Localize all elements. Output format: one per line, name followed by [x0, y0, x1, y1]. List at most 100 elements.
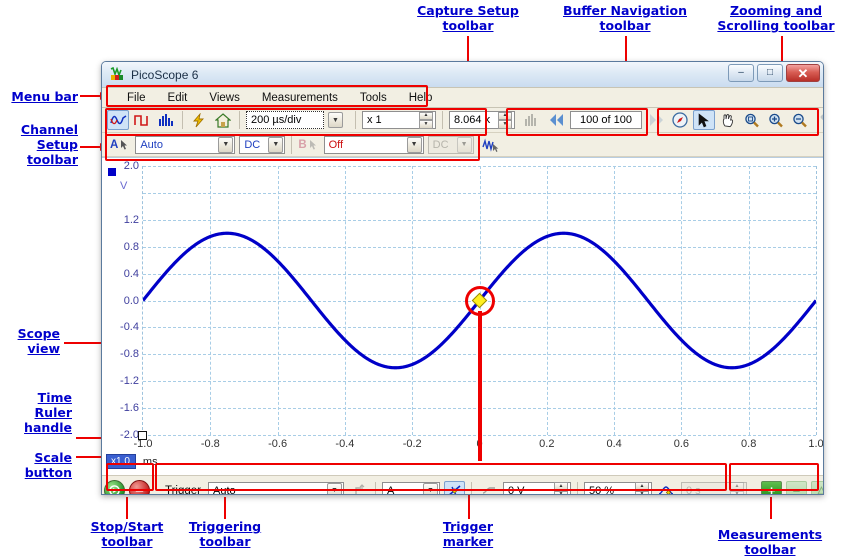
channel-a-label[interactable]: A: [106, 139, 120, 151]
buffer-first-button[interactable]: [545, 110, 567, 130]
spin-up-icon[interactable]: ▲: [635, 482, 649, 491]
menu-bar: File Edit Views Measurements Tools Help: [102, 87, 823, 108]
delete-measurement-button[interactable]: –: [786, 481, 807, 494]
channel-b-label[interactable]: B: [296, 139, 308, 151]
edit-measurement-button[interactable]: △: [811, 481, 823, 494]
signal-generator-button[interactable]: [188, 110, 210, 130]
persistence-mode-button[interactable]: [131, 110, 153, 130]
zooming-scrolling-toolbar: 100: [692, 108, 823, 132]
timebase-combo[interactable]: 200 µs/div: [246, 111, 324, 129]
minimize-icon: –: [738, 67, 744, 78]
channel-a-range-combo[interactable]: Auto ▼: [135, 135, 236, 154]
hand-pan-button[interactable]: [717, 110, 739, 130]
trigger-edge-button[interactable]: [348, 481, 369, 494]
buffer-navigation-toolbar: 100 of 100: [544, 108, 692, 132]
chevron-down-icon[interactable]: ▼: [406, 136, 422, 153]
plot-canvas[interactable]: 2.0 1.2 0.8 0.4 0.0 -0.4 -0.8 -1.2 -1.6 …: [120, 160, 823, 461]
chevron-down-icon[interactable]: ▼: [327, 482, 342, 494]
menu-item-file[interactable]: File: [116, 92, 157, 104]
pre-trigger-spinner[interactable]: ▲ ▼: [635, 482, 649, 494]
undo-arrow-icon: [820, 113, 823, 120]
menu-item-measurements[interactable]: Measurements: [251, 92, 349, 104]
channel-b-cursor-icon: [309, 139, 316, 149]
multiplier-spinner[interactable]: ▲ ▼: [419, 111, 433, 129]
trigger-delay-button[interactable]: [656, 481, 677, 494]
scale-button[interactable]: x1.0 ms: [106, 454, 158, 469]
chevron-down-icon[interactable]: ▼: [423, 482, 438, 494]
close-button[interactable]: ✕: [786, 64, 820, 82]
y-tick-label: 0.0: [123, 294, 139, 307]
spin-down-icon[interactable]: ▼: [554, 490, 568, 494]
maximize-button[interactable]: □: [757, 64, 783, 82]
zoom-out-button[interactable]: [789, 110, 811, 130]
pre-trigger-field[interactable]: 50 % ▲ ▼: [584, 481, 652, 494]
measurements-toolbar: + – △: [759, 476, 823, 494]
minimize-button[interactable]: –: [728, 64, 754, 82]
trigger-slope-button[interactable]: [478, 481, 499, 495]
picoscope-window: PicoScope 6 – □ ✕ File Edit Views Measur…: [101, 61, 824, 495]
multiplier-field[interactable]: x 1 ▲ ▼: [362, 111, 436, 129]
channel-b-coupling-combo[interactable]: DC ▼: [427, 135, 474, 154]
selection-pointer-button[interactable]: [693, 110, 715, 130]
spin-up-icon[interactable]: ▲: [498, 111, 512, 120]
cursor-arrow-icon: [698, 112, 709, 127]
scope-view[interactable]: V 2.0 1.2 0.8 0.4 0.0 -0.4 -0.8 -1.2 -1.…: [102, 157, 823, 475]
trigger-source-combo[interactable]: A ▼: [382, 481, 440, 494]
plot-area[interactable]: 2.0 1.2 0.8 0.4 0.0 -0.4 -0.8 -1.2 -1.6 …: [120, 160, 823, 461]
buffer-next-button[interactable]: [645, 110, 667, 130]
stop-button[interactable]: [129, 480, 150, 494]
zoom-window-button[interactable]: [741, 110, 763, 130]
zoom-in-button[interactable]: [765, 110, 787, 130]
menu-item-help[interactable]: Help: [398, 92, 444, 104]
spin-down-icon[interactable]: ▼: [419, 120, 433, 129]
trigger-delay-field[interactable]: 0 s ▲ ▼: [681, 481, 747, 494]
timebase-value: 200 µs/div: [251, 114, 302, 126]
time-ruler-handle[interactable]: [138, 431, 147, 440]
spin-down-icon[interactable]: ▼: [635, 490, 649, 494]
add-measurement-button[interactable]: +: [761, 481, 782, 494]
spin-up-icon[interactable]: ▲: [730, 482, 744, 491]
chevron-down-icon[interactable]: ▼: [328, 112, 343, 128]
samples-spinner[interactable]: ▲ ▼: [498, 111, 512, 129]
trigger-mode-combo[interactable]: Auto ▼: [208, 481, 344, 494]
buffer-position-field[interactable]: 100 of 100: [570, 111, 642, 129]
title-bar: PicoScope 6 – □ ✕: [102, 62, 823, 87]
spin-down-icon[interactable]: ▼: [730, 490, 744, 494]
spin-up-icon[interactable]: ▲: [554, 482, 568, 491]
channel-options-button[interactable]: [480, 135, 502, 155]
channel-a-coupling-combo[interactable]: DC ▼: [239, 135, 286, 154]
trigger-threshold-field[interactable]: 0 V ▲ ▼: [503, 481, 571, 495]
menu-item-tools[interactable]: Tools: [349, 92, 398, 104]
spin-down-icon[interactable]: ▼: [498, 120, 512, 129]
threshold-spinner[interactable]: ▲ ▼: [554, 482, 568, 494]
channel-setup-toolbar: A Auto ▼ DC ▼ B Off ▼ DC ▼: [102, 133, 823, 157]
channel-a-cursor-icon: [121, 139, 128, 149]
samples-field[interactable]: 8.064 k ▲ ▼: [449, 111, 515, 129]
home-button[interactable]: [212, 110, 234, 130]
timebase-combo-arrow-wrap[interactable]: ▼: [328, 111, 349, 129]
start-button[interactable]: [104, 480, 125, 494]
chevron-down-icon[interactable]: ▼: [218, 136, 234, 153]
undo-zoom-button[interactable]: [813, 110, 823, 130]
buffer-overview-button[interactable]: [669, 110, 691, 130]
spectrum-mode-button[interactable]: [155, 110, 177, 130]
toolbar-separator: [375, 481, 376, 494]
toolbar-separator: [577, 481, 578, 494]
scope-mode-button[interactable]: [107, 110, 129, 130]
annotation-scope-view: Scope view: [17, 326, 60, 356]
leader-triggering: [224, 497, 226, 519]
channel-a-range-value: Auto: [140, 138, 163, 151]
trigger-threshold-value: 0 V: [508, 484, 525, 495]
channel-b-range-combo[interactable]: Off ▼: [323, 135, 424, 154]
chevron-down-icon[interactable]: ▼: [268, 136, 284, 153]
spin-up-icon[interactable]: ▲: [419, 111, 433, 120]
menu-item-edit[interactable]: Edit: [157, 92, 199, 104]
scale-factor-label[interactable]: x1.0: [106, 454, 136, 469]
trigger-advanced-button[interactable]: [444, 480, 465, 494]
delay-spinner[interactable]: ▲ ▼: [730, 482, 744, 494]
x-tick-label: -0.4: [335, 438, 355, 450]
chevron-down-icon[interactable]: ▼: [456, 136, 472, 153]
menu-item-views[interactable]: Views: [198, 92, 250, 104]
spectrum-options-button[interactable]: [521, 110, 543, 130]
channel-a-marker: [108, 168, 116, 176]
